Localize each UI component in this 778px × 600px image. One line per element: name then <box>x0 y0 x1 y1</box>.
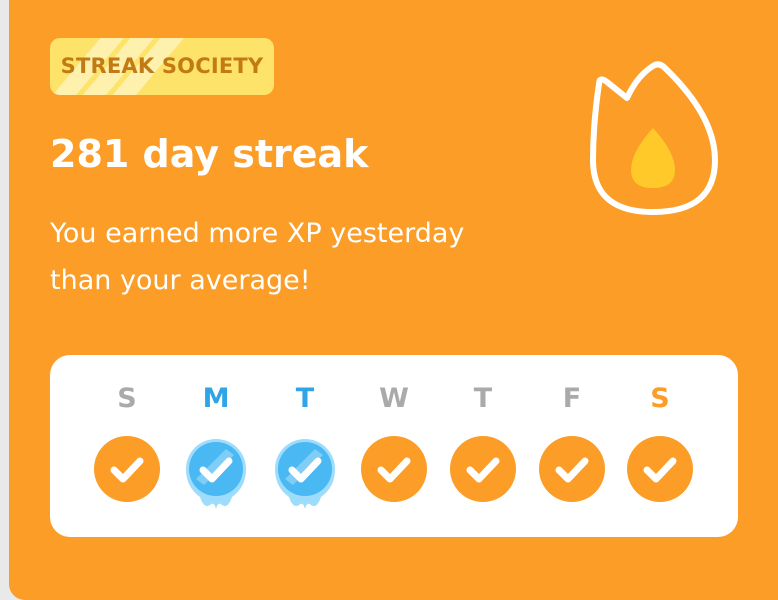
streak-message-line: You earned more XP yesterday <box>50 218 465 249</box>
streak-message: You earned more XP yesterday than your a… <box>50 210 550 304</box>
streak-society-badge[interactable]: STREAK SOCIETY <box>50 38 274 95</box>
weekday-3: W <box>358 355 430 537</box>
weekday-1: M <box>180 355 252 537</box>
badge-label: STREAK SOCIETY <box>60 54 264 78</box>
streak-freeze-icon <box>186 439 246 509</box>
streak-title: 281 day streak <box>50 132 369 176</box>
completed-check-icon <box>627 436 693 502</box>
completed-check-icon <box>539 436 605 502</box>
completed-check-icon <box>361 436 427 502</box>
weekly-streak-calendar: SMTWTFS <box>50 355 738 537</box>
weekday-letter: W <box>379 383 409 414</box>
streak-freeze-icon <box>275 439 335 509</box>
weekday-6: S <box>624 355 696 537</box>
weekday-letter: S <box>117 383 137 414</box>
completed-check-icon <box>450 436 516 502</box>
weekday-letter: T <box>295 383 315 414</box>
weekday-letter: M <box>202 383 230 414</box>
weekday-letter: F <box>562 383 582 414</box>
weekday-4: T <box>447 355 519 537</box>
weekday-0: S <box>91 355 163 537</box>
streak-message-line: than your average! <box>50 265 311 296</box>
weekday-letter: T <box>473 383 493 414</box>
weekday-letter: S <box>650 383 670 414</box>
weekday-5: F <box>536 355 608 537</box>
weekday-2: T <box>269 355 341 537</box>
completed-check-icon <box>94 436 160 502</box>
flame-icon <box>590 61 718 215</box>
